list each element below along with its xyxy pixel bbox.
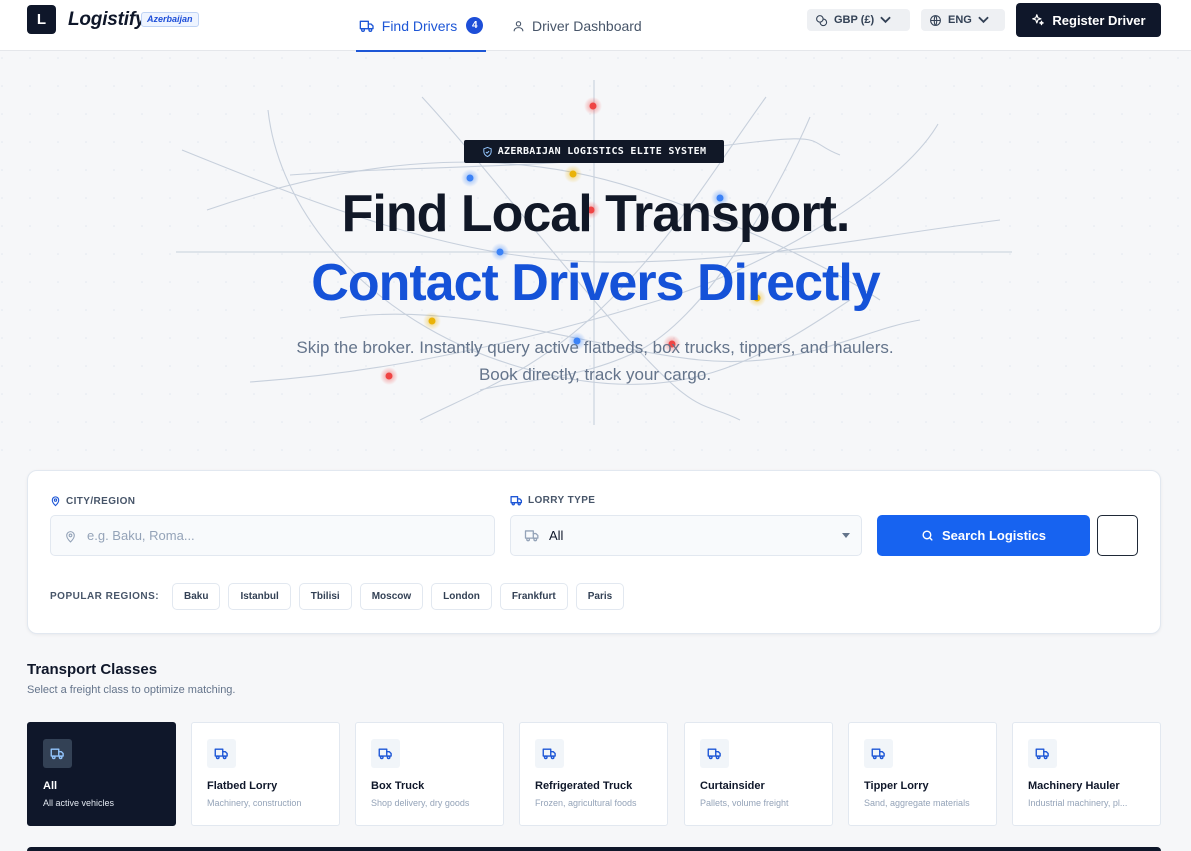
chevron-down-icon [880, 16, 891, 24]
class-description: Pallets, volume freight [700, 798, 789, 808]
class-name: Refrigerated Truck [535, 780, 633, 792]
class-description: Sand, aggregate materials [864, 798, 970, 808]
class-name: Machinery Hauler [1028, 780, 1120, 792]
logo-mark[interactable]: L [27, 5, 56, 34]
tab-driver-dashboard[interactable]: Driver Dashboard [512, 0, 642, 51]
hero-badge-text: AZERBAIJAN LOGISTICS ELITE SYSTEM [497, 146, 707, 157]
class-description: Industrial machinery, pl... [1028, 798, 1128, 808]
class-icon-box [43, 739, 72, 768]
class-icon-box [371, 739, 400, 768]
hero-network-map [0, 51, 1191, 451]
class-description: All active vehicles [43, 798, 115, 808]
truck-icon [871, 748, 885, 760]
tab-driver-dashboard-label: Driver Dashboard [532, 17, 642, 34]
region-tag: Azerbaijan [141, 12, 199, 27]
class-icon-box [700, 739, 729, 768]
class-card-flatbed-lorry[interactable]: Flatbed Lorry Machinery, construction [191, 722, 340, 826]
hero-title-highlight: Contact Drivers Directly [311, 254, 880, 312]
search-logistics-label: Search Logistics [941, 528, 1047, 543]
shield-icon [483, 146, 492, 157]
region-chip-baku[interactable]: Baku [172, 583, 221, 610]
tab-find-drivers[interactable]: Find Drivers 4 [356, 0, 486, 52]
lorry-type-value: All [549, 528, 564, 543]
currency-selector[interactable]: GBP (£) [807, 9, 910, 31]
register-driver-button[interactable]: Register Driver [1016, 3, 1161, 37]
register-driver-label: Register Driver [1052, 12, 1146, 28]
city-search-input[interactable] [87, 516, 487, 555]
search-icon [922, 530, 933, 541]
transport-classes-subtitle: Select a freight class to optimize match… [27, 684, 236, 696]
map-pin-icon [51, 496, 60, 507]
tab-find-drivers-label: Find Drivers [381, 17, 458, 34]
popular-regions-label: POPULAR REGIONS: [50, 591, 160, 602]
truck-icon [50, 748, 64, 760]
drivers-count-badge: 4 [466, 17, 484, 34]
class-card-tipper-lorry[interactable]: Tipper Lorry Sand, aggregate materials [848, 722, 997, 826]
transport-classes-title: Transport Classes [27, 661, 158, 678]
city-input-container[interactable] [50, 515, 495, 556]
top-nav: L Logistify Azerbaijan Find Drivers 4 Dr… [0, 0, 1191, 52]
region-chip-london[interactable]: London [431, 583, 492, 610]
truck-icon [359, 20, 374, 32]
class-name: Tipper Lorry [864, 780, 929, 792]
search-logistics-button[interactable]: Search Logistics [877, 515, 1090, 556]
class-name: Curtainsider [700, 780, 765, 792]
truck-icon [707, 748, 721, 760]
hero-title: Find Local Transport. [341, 185, 851, 243]
class-card-all[interactable]: All All active vehicles [27, 722, 176, 826]
class-card-machinery-hauler[interactable]: Machinery Hauler Industrial machinery, p… [1012, 722, 1161, 826]
truck-icon [378, 748, 392, 760]
globe-icon [930, 14, 941, 26]
hero-badge: AZERBAIJAN LOGISTICS ELITE SYSTEM [464, 140, 724, 163]
city-region-label-text: CITY/REGION [66, 495, 136, 507]
class-icon-box [1028, 739, 1057, 768]
class-icon-box [535, 739, 564, 768]
region-chip-paris[interactable]: Paris [575, 583, 625, 610]
class-card-box-truck[interactable]: Box Truck Shop delivery, dry goods [355, 722, 504, 826]
hero-subtitle: Skip the broker. Instantly query active … [296, 338, 894, 384]
popular-regions-list: Baku Istanbul Tbilisi Moscow London Fran… [172, 583, 632, 610]
class-icon-box [207, 739, 236, 768]
region-chip-tbilisi[interactable]: Tbilisi [298, 583, 352, 610]
language-selector[interactable]: ENG [921, 9, 1005, 31]
lorry-type-select[interactable]: All [510, 515, 862, 556]
class-name: Flatbed Lorry [207, 780, 278, 792]
coins-icon [816, 14, 828, 26]
map-pin-icon [66, 531, 75, 543]
search-card: CITY/REGION LORRY TYPE All Search Logist… [27, 470, 1161, 634]
user-icon [513, 20, 524, 31]
truck-icon [510, 496, 523, 506]
language-value: ENG [948, 14, 972, 26]
truck-icon [1035, 748, 1049, 760]
chevron-down-icon [842, 533, 850, 538]
results-panel-top-edge [27, 847, 1161, 851]
class-card-curtainsider[interactable]: Curtainsider Pallets, volume freight [684, 722, 833, 826]
class-card-refrigerated-truck[interactable]: Refrigerated Truck Frozen, agricultural … [519, 722, 668, 826]
truck-icon [214, 748, 228, 760]
class-name: Box Truck [371, 780, 425, 792]
class-description: Shop delivery, dry goods [371, 798, 470, 808]
lorry-type-label-text: LORRY TYPE [528, 495, 596, 506]
class-description: Frozen, agricultural foods [535, 798, 637, 808]
truck-icon [524, 530, 539, 542]
chevron-down-icon [978, 16, 989, 24]
sparkles-icon [1032, 14, 1045, 26]
region-chip-moscow[interactable]: Moscow [359, 583, 424, 610]
brand-name[interactable]: Logistify [68, 9, 146, 31]
extra-action-button[interactable] [1097, 515, 1138, 556]
class-description: Machinery, construction [207, 798, 302, 808]
truck-icon [542, 748, 556, 760]
region-chip-frankfurt[interactable]: Frankfurt [499, 583, 568, 610]
class-name: All [43, 780, 58, 792]
lorry-type-label: LORRY TYPE [510, 495, 595, 506]
class-icon-box [864, 739, 893, 768]
currency-value: GBP (£) [834, 14, 875, 26]
city-region-label: CITY/REGION [50, 495, 135, 507]
region-chip-istanbul[interactable]: Istanbul [228, 583, 291, 610]
